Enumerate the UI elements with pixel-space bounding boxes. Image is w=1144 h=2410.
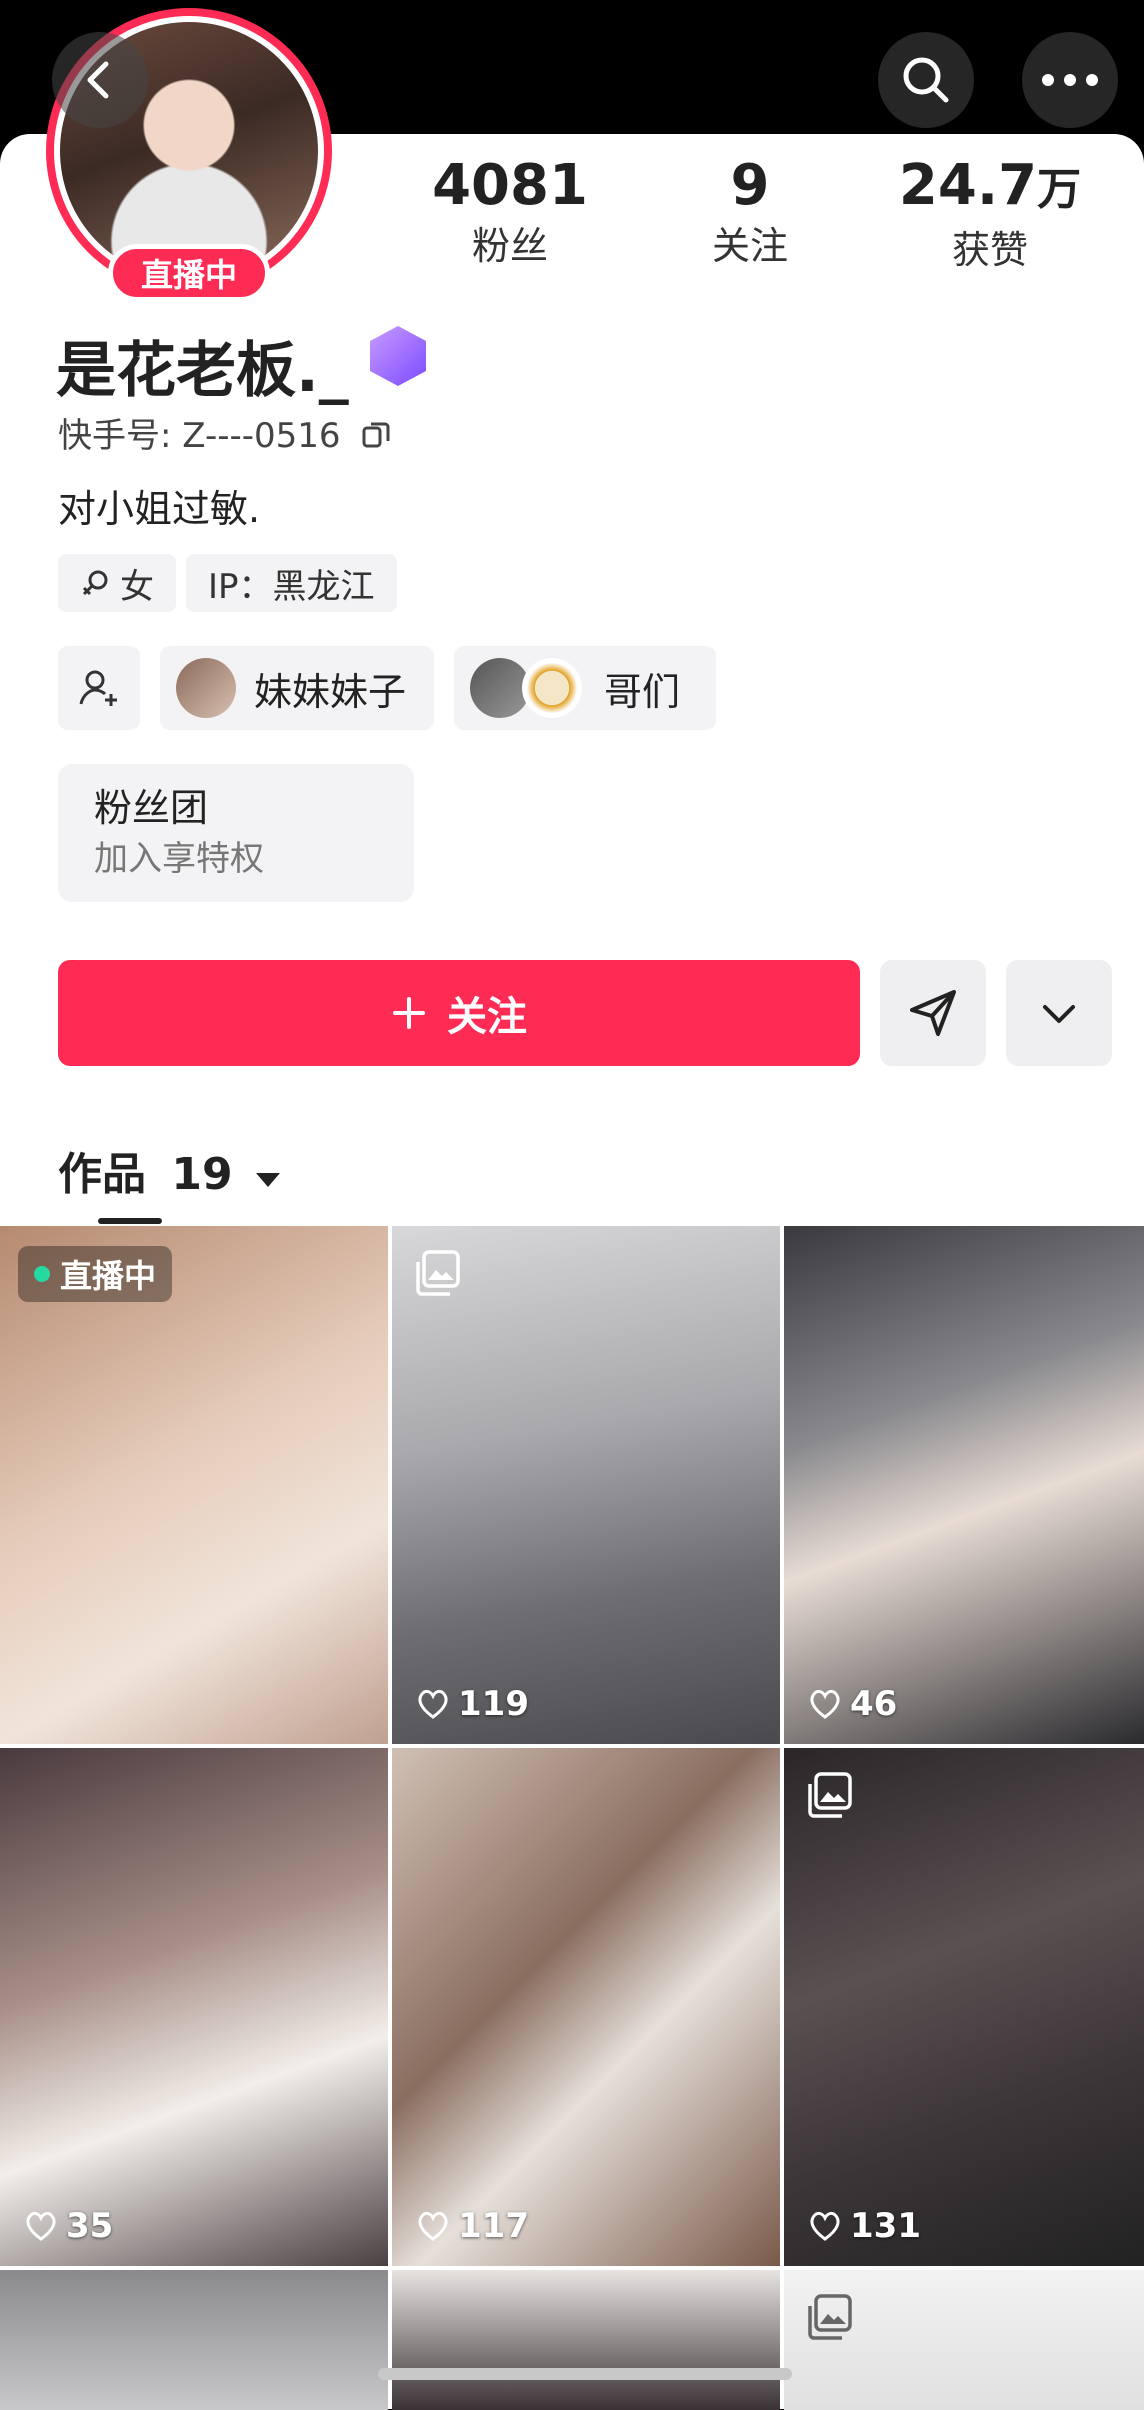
tab-indicator — [98, 1218, 162, 1224]
ip-tag: IP：黑龙江 — [186, 554, 397, 612]
fans-count: 4081 — [432, 153, 588, 218]
back-button[interactable] — [52, 32, 148, 128]
work-item[interactable] — [784, 2270, 1144, 2410]
share-send-icon — [910, 990, 956, 1036]
like-count-value: 35 — [66, 2206, 114, 2246]
image-set-icon — [808, 2294, 852, 2340]
live-tag-label: 直播中 — [60, 1257, 157, 1295]
copy-icon[interactable] — [361, 419, 391, 449]
work-item[interactable] — [392, 2270, 780, 2410]
work-item[interactable]: 117 — [392, 1748, 780, 2266]
work-item[interactable]: 35 — [0, 1748, 388, 2266]
relation-chip-sister[interactable]: 妹妹妹子 — [160, 646, 434, 730]
work-item[interactable]: 119 — [392, 1226, 780, 1744]
relation-chip-buddies[interactable]: 哥们 — [454, 646, 716, 730]
work-item[interactable]: 46 — [784, 1226, 1144, 1744]
heart-icon — [418, 2211, 448, 2241]
fan-club-title: 粉丝团 — [94, 786, 209, 830]
gender-female-icon — [82, 570, 108, 596]
like-count: 119 — [416, 1684, 529, 1724]
tab-works[interactable]: 作品 19 — [58, 1138, 282, 1202]
plus-icon — [393, 997, 425, 1029]
work-item[interactable]: 131 — [784, 1748, 1144, 2266]
stat-following[interactable]: 9 关注 — [650, 150, 850, 270]
follow-button[interactable]: 关注 — [58, 960, 860, 1066]
following-count: 9 — [730, 153, 770, 218]
relation-label: 哥们 — [604, 669, 681, 714]
chevron-down-icon — [1043, 1005, 1075, 1023]
relation-avatar — [176, 658, 236, 718]
image-set-icon — [808, 1772, 852, 1818]
like-count: 35 — [24, 2206, 113, 2246]
works-count: 19 — [171, 1149, 233, 1200]
stat-fans[interactable]: 4081 粉丝 — [410, 150, 610, 270]
fan-club-card[interactable]: 粉丝团 加入享特权 — [58, 764, 414, 902]
more-icon — [1042, 74, 1098, 86]
search-icon — [903, 57, 949, 103]
live-tag: 直播中 — [18, 1246, 173, 1302]
gender-label: 女 — [120, 566, 154, 607]
likes-unit: 万 — [1037, 164, 1082, 215]
add-friend-button[interactable] — [58, 646, 140, 730]
home-indicator[interactable] — [378, 2368, 792, 2380]
live-dot — [34, 1266, 50, 1282]
like-count-value: 46 — [850, 1684, 898, 1724]
like-count-value: 119 — [458, 1684, 529, 1724]
image-set-icon — [416, 1250, 460, 1296]
expand-button[interactable] — [1006, 960, 1112, 1066]
relation-avatar — [522, 658, 582, 718]
message-button[interactable] — [880, 960, 986, 1066]
gender-tag: 女 — [58, 554, 176, 612]
caret-down-icon — [255, 1173, 280, 1187]
follow-label: 关注 — [447, 994, 527, 1040]
work-item[interactable]: 直播中 — [0, 1226, 388, 1744]
live-badge[interactable]: 直播中 — [108, 244, 270, 302]
like-count: 46 — [808, 1684, 897, 1724]
bio: 对小姐过敏. — [58, 487, 261, 531]
heart-icon — [26, 2211, 56, 2241]
work-item[interactable] — [0, 2270, 388, 2410]
likes-count: 24.7万 — [890, 150, 1090, 226]
like-count-value: 117 — [458, 2206, 529, 2246]
search-button[interactable] — [878, 32, 974, 128]
likes-label: 获赞 — [951, 228, 1028, 272]
relation-avatar — [470, 658, 530, 718]
fan-club-subtitle: 加入享特权 — [94, 839, 264, 879]
like-count: 117 — [416, 2206, 529, 2246]
heart-icon — [810, 2211, 840, 2241]
stat-likes[interactable]: 24.7万 获赞 — [890, 150, 1090, 274]
back-icon — [87, 61, 109, 99]
user-id-text: 快手号: Z----0516 — [58, 416, 341, 456]
fans-label: 粉丝 — [471, 224, 548, 268]
like-count: 131 — [808, 2206, 921, 2246]
works-label: 作品 — [58, 1149, 146, 1200]
add-friend-icon — [79, 670, 117, 706]
heart-icon — [810, 1689, 840, 1719]
like-count-value: 131 — [850, 2206, 921, 2246]
heart-icon — [418, 1689, 448, 1719]
following-label: 关注 — [711, 224, 788, 268]
user-id: 快手号: Z----0516 — [58, 408, 391, 457]
likes-number: 24.7 — [898, 153, 1038, 218]
ip-label: IP：黑龙江 — [208, 566, 375, 607]
relation-label: 妹妹妹子 — [254, 669, 407, 714]
profile-name: 是花老板._ — [56, 336, 349, 406]
more-button[interactable] — [1022, 32, 1118, 128]
